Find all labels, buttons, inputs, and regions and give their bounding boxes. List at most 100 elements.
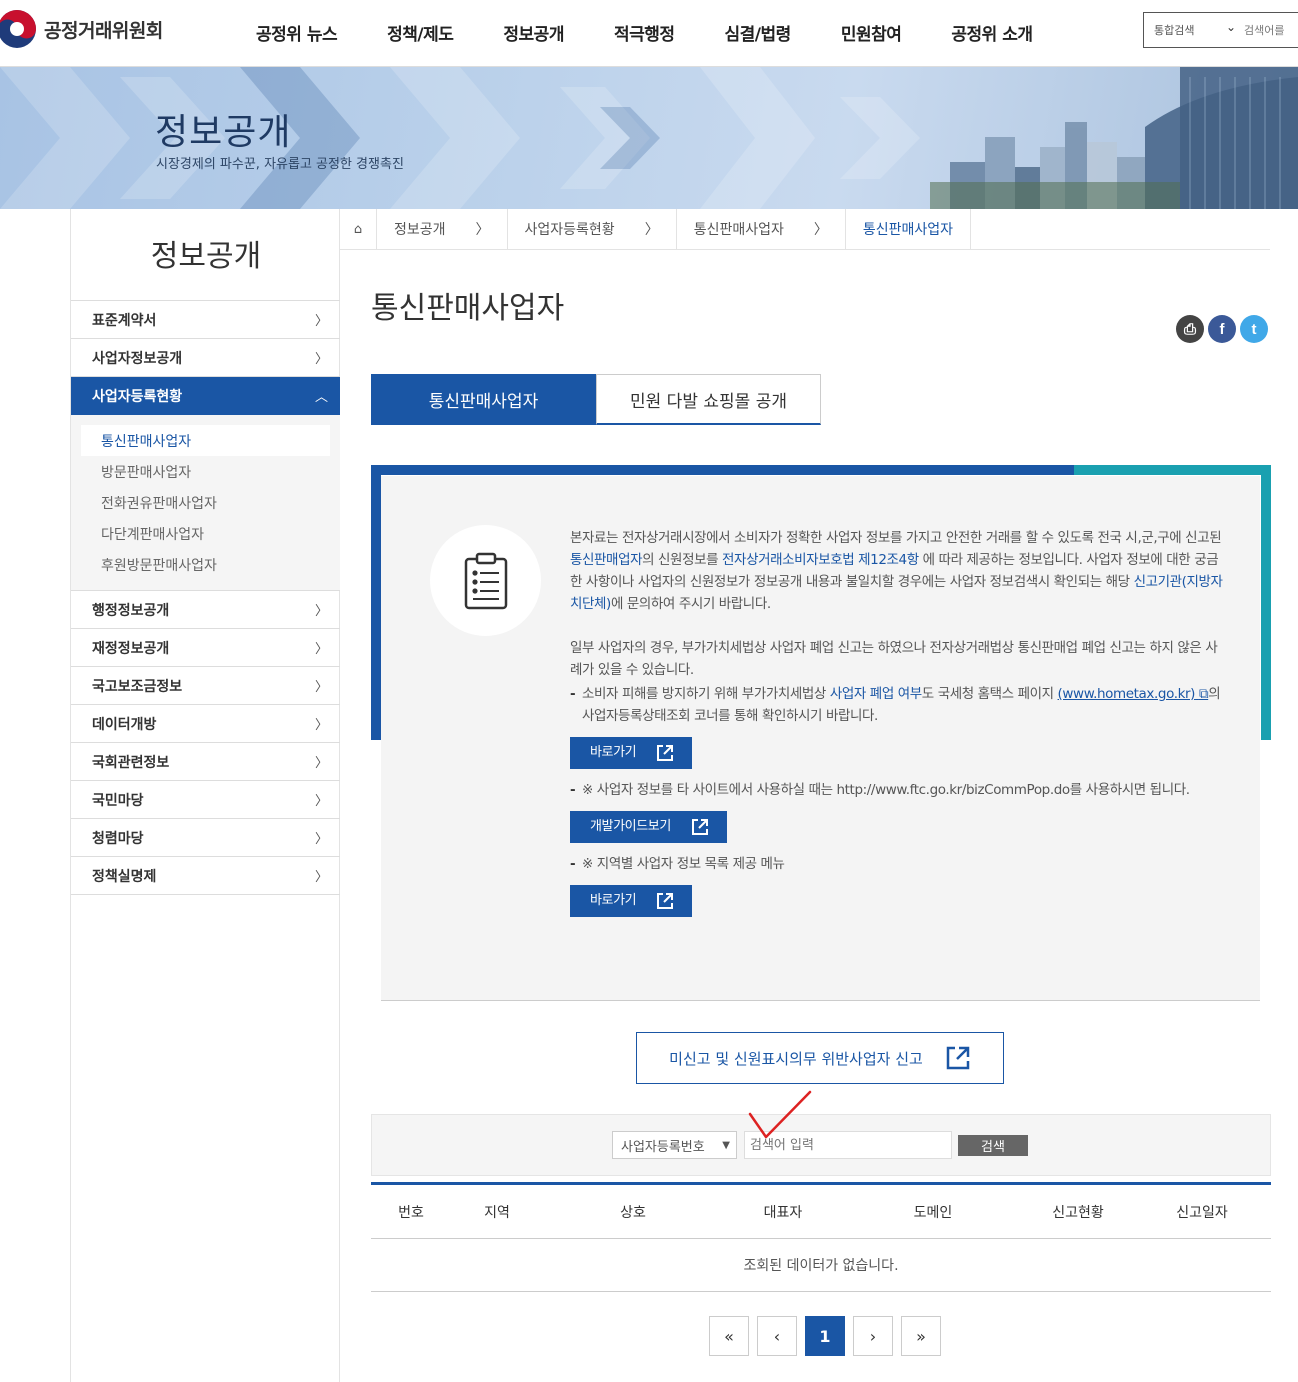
search-bar: 사업자등록번호 ▼ 검색 (371, 1114, 1271, 1176)
home-icon[interactable]: ⌂ (340, 222, 376, 237)
page-next-button[interactable]: › (853, 1316, 893, 1356)
info-bullet-regional: ※ 지역별 사업자 정보 목록 제공 메뉴 (570, 853, 1225, 875)
global-search[interactable]: 통합검색 ⌄ 검색어를 (1143, 12, 1298, 48)
table-row: 조회된 데이터가 없습니다. (371, 1238, 1271, 1292)
hometax-link[interactable]: (www.hometax.go.kr) ⧉ (1058, 686, 1209, 702)
chevron-right-icon: 〉 (644, 222, 659, 238)
menu-decisions-law[interactable]: 심결/법령 (725, 20, 792, 45)
sidebar-item-admin-info[interactable]: 행정정보공개 〉 (71, 591, 340, 629)
menu-ftc-news[interactable]: 공정위 뉴스 (256, 20, 338, 45)
external-link-icon (691, 819, 708, 835)
chevron-right-icon: 〉 (314, 870, 328, 885)
chevron-right-icon: 〉 (314, 642, 328, 657)
sidebar-item-integrity[interactable]: 청렴마당 〉 (71, 819, 340, 857)
breadcrumb-item-current[interactable]: 통신판매사업자 (844, 208, 972, 250)
sidebar-item-open-data[interactable]: 데이터개방 〉 (71, 705, 340, 743)
sidebar-item-label: 청렴마당 (92, 830, 144, 847)
search-scope-select[interactable]: 통합검색 ⌄ (1144, 20, 1244, 38)
sidebar-item-finance-info[interactable]: 재정정보공개 〉 (71, 629, 340, 667)
sidebar-item-policy-real-name[interactable]: 정책실명제 〉 (71, 857, 340, 895)
page-title: 통신판매사업자 (371, 291, 565, 326)
tab-mail-order-business[interactable]: 통신판매사업자 (371, 374, 596, 425)
sidebar-menu: 표준계약서 〉 사업자정보공개 〉 사업자등록현황 ︿ 통신판매사업자 방문판매… (71, 300, 340, 895)
search-button[interactable]: 검색 (958, 1135, 1028, 1156)
sidebar-subitem-door-to-door[interactable]: 방문판매사업자 (81, 456, 330, 487)
info-text: 본자료는 전자상거래시장에서 소비자가 정확한 사업자 정보를 가지고 안전한 … (570, 527, 1225, 927)
breadcrumb-item[interactable]: 통신판매사업자 〉 (675, 208, 845, 250)
dev-guide-button[interactable]: 개발가이드보기 (570, 811, 727, 843)
site-logo[interactable]: 공정거래위원회 (0, 6, 163, 52)
info-text-segment: 소비자 피해를 방지하기 위해 부가가치세법상 (582, 686, 830, 702)
sidebar-subitem-sponsored-visit[interactable]: 후원방문판매사업자 (81, 549, 330, 580)
sidebar-item-assembly-info[interactable]: 국회관련정보 〉 (71, 743, 340, 781)
twitter-icon[interactable]: t (1240, 315, 1268, 343)
sidebar-item-business-registration[interactable]: 사업자등록현황 ︿ (71, 377, 340, 415)
report-violation-button[interactable]: 미신고 및 신원표시의무 위반사업자 신고 (636, 1032, 1004, 1084)
search-field-select[interactable]: 사업자등록번호 ▼ (612, 1131, 737, 1159)
page-prev-button[interactable]: ‹ (757, 1316, 797, 1356)
empty-message: 조회된 데이터가 없습니다. (371, 1238, 1271, 1292)
sidebar-item-label: 사업자정보공개 (92, 350, 183, 367)
chevron-right-icon: 〉 (314, 794, 328, 809)
print-icon[interactable]: ⎙ (1176, 315, 1204, 343)
chevron-right-icon: 〉 (314, 604, 328, 619)
share-tools: ⎙ f t (1176, 315, 1268, 343)
hometax-link-text: (www.hometax.go.kr) (1057, 686, 1196, 702)
page-last-button[interactable]: » (901, 1316, 941, 1356)
taegeuk-logo-icon (0, 10, 36, 48)
tab-complaint-shopping-malls[interactable]: 민원 다발 쇼핑몰 공개 (596, 374, 821, 425)
page-first-button[interactable]: « (709, 1316, 749, 1356)
chevron-down-icon: ⌄ (1226, 20, 1237, 34)
global-search-input[interactable]: 검색어를 (1244, 22, 1284, 38)
facebook-icon[interactable]: f (1208, 315, 1236, 343)
sidebar-item-label: 표준계약서 (92, 312, 157, 329)
menu-about[interactable]: 공정위 소개 (951, 20, 1033, 45)
menu-active-admin[interactable]: 적극행정 (614, 20, 675, 45)
chevron-right-icon: 〉 (314, 756, 328, 771)
button-label: 개발가이드보기 (590, 819, 671, 834)
sidebar-title: 정보공개 (150, 239, 262, 274)
button-label: 바로가기 (590, 893, 637, 908)
breadcrumb-item[interactable]: 정보공개 〉 (376, 208, 507, 250)
page-current-button[interactable]: 1 (805, 1316, 845, 1356)
chevron-right-icon: 〉 (314, 718, 328, 733)
search-field-value: 사업자등록번호 (621, 1139, 705, 1155)
external-link-icon (657, 893, 674, 909)
content-tabs: 통신판매사업자 민원 다발 쇼핑몰 공개 (371, 374, 821, 425)
chevron-right-icon: 〉 (314, 352, 328, 367)
city-skyline (930, 67, 1298, 209)
info-highlight: 사업자 폐업 여부 (829, 686, 922, 702)
breadcrumb-label: 통신판매사업자 (862, 222, 954, 238)
sidebar-subitem-multilevel[interactable]: 다단계판매사업자 (81, 518, 330, 549)
chevron-right-icon: 〉 (314, 680, 328, 695)
breadcrumb-label: 정보공개 (394, 222, 446, 238)
info-text-segment: 도 국세청 홈택스 페이지 (921, 686, 1058, 702)
sidebar-subitem-mail-order[interactable]: 통신판매사업자 (81, 425, 330, 456)
sidebar-submenu: 통신판매사업자 방문판매사업자 전화권유판매사업자 다단계판매사업자 후원방문판… (71, 415, 340, 591)
goto-button-hometax[interactable]: 바로가기 (570, 737, 693, 769)
info-paragraph-2: 일부 사업자의 경우, 부가가치세법상 사업자 폐업 신고는 하였으나 전자상거… (570, 640, 1218, 678)
sidebar-item-public-forum[interactable]: 국민마당 〉 (71, 781, 340, 819)
goto-button-regional[interactable]: 바로가기 (570, 885, 693, 917)
breadcrumb-item[interactable]: 사업자등록현황 〉 (506, 208, 676, 250)
global-header: 공정거래위원회 공정위 뉴스 정책/제도 정보공개 적극행정 심결/법령 민원참… (0, 0, 1298, 67)
menu-policy[interactable]: 정책/제도 (387, 20, 454, 45)
table-header-row: 번호 지역 상호 대표자 도메인 신고현황 신고일자 (371, 1182, 1271, 1239)
col-report-date: 신고일자 (1133, 1182, 1271, 1239)
sidebar-item-label: 국고보조금정보 (92, 678, 183, 695)
info-bullet-hometax: 소비자 피해를 방지하기 위해 부가가치세법상 사업자 폐업 여부도 국세청 홈… (570, 683, 1225, 727)
menu-civil-participation[interactable]: 민원참여 (841, 20, 902, 45)
clipboard-icon (430, 525, 541, 636)
sidebar-item-subsidy-info[interactable]: 국고보조금정보 〉 (71, 667, 340, 705)
sidebar-item-business-info[interactable]: 사업자정보공개 〉 (71, 339, 340, 377)
button-label: 바로가기 (590, 745, 637, 760)
pagination: « ‹ 1 › » (709, 1316, 941, 1356)
menu-info-disclosure[interactable]: 정보공개 (503, 20, 564, 45)
sidebar-subitem-telemarketing[interactable]: 전화권유판매사업자 (81, 487, 330, 518)
sidebar-item-standard-contracts[interactable]: 표준계약서 〉 (71, 301, 340, 339)
sidebar-item-label: 정책실명제 (92, 868, 157, 885)
banner-subtitle: 시장경제의 파수꾼, 자유롭고 공정한 경쟁촉진 (156, 157, 404, 172)
search-scope-value: 통합검색 (1154, 24, 1195, 37)
sidebar-item-label: 국회관련정보 (92, 754, 170, 771)
chevron-right-icon: 〉 (314, 314, 328, 329)
